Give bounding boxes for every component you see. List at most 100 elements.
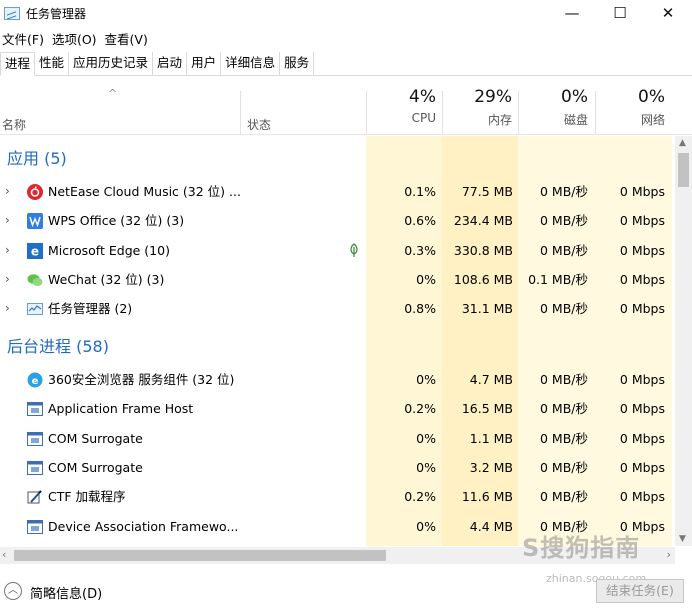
scroll-down-icon[interactable]: ▼ bbox=[679, 534, 686, 544]
expand-chevron-icon[interactable]: › bbox=[5, 206, 10, 235]
svg-text:e: e bbox=[31, 244, 39, 258]
tab-bar: 进程 性能 应用历史记录 启动 用户 详细信息 服务 bbox=[0, 52, 692, 76]
process-cpu: 0.3% bbox=[404, 242, 436, 258]
process-cpu: 0.8% bbox=[404, 301, 436, 317]
column-name[interactable]: 名称 bbox=[2, 116, 26, 133]
edge-icon: e bbox=[27, 242, 43, 259]
tab-services[interactable]: 服务 bbox=[280, 52, 315, 75]
process-memory: 4.4 MB bbox=[469, 518, 513, 534]
process-disk: 0 MB/秒 bbox=[540, 301, 588, 317]
scroll-up-icon[interactable]: ▲ bbox=[679, 138, 686, 148]
process-memory: 77.5 MB bbox=[461, 184, 513, 199]
process-disk: 0 MB/秒 bbox=[540, 430, 588, 446]
process-name: WPS Office (32 位) (3) bbox=[48, 213, 185, 229]
scroll-left-icon[interactable]: ‹ bbox=[2, 548, 6, 561]
process-name: 任务管理器 (2) bbox=[48, 301, 133, 317]
app-window-icon bbox=[27, 431, 43, 447]
memory-label: 内存 bbox=[487, 113, 512, 127]
sogou-watermark: S搜狗指南 bbox=[522, 534, 641, 562]
maximize-button[interactable]: ☐ bbox=[596, 0, 644, 26]
group-title-apps: 应用 (5) bbox=[7, 149, 67, 168]
process-disk: 0 MB/秒 bbox=[540, 459, 588, 475]
process-memory: 1.1 MB bbox=[469, 430, 513, 446]
group-title-background: 后台进程 (58) bbox=[7, 337, 109, 356]
app-window-icon bbox=[27, 460, 43, 476]
menu-bar: 文件(F) 选项(O) 查看(V) bbox=[0, 27, 154, 49]
tab-startup[interactable]: 启动 bbox=[153, 52, 188, 75]
process-row[interactable]: › NetEase Cloud Music (32 位) ... 0.1% 77.5 … bbox=[0, 177, 672, 206]
column-status[interactable]: 状态 bbox=[247, 116, 271, 133]
process-row[interactable]: COM Surrogate 0% 3.2 MB 0 MB/秒 0 Mbps bbox=[0, 453, 672, 482]
process-cpu: 0% bbox=[416, 459, 436, 475]
window-title: 任务管理器 bbox=[26, 6, 87, 21]
column-cpu[interactable]: 4% CPU bbox=[366, 87, 436, 125]
scroll-right-icon[interactable]: › bbox=[667, 548, 671, 561]
svg-text:e: e bbox=[32, 376, 39, 387]
app-window-icon bbox=[27, 401, 43, 417]
column-network[interactable]: 0% 网络 bbox=[595, 87, 665, 128]
tab-users[interactable]: 用户 bbox=[187, 52, 222, 75]
vertical-scrollbar[interactable]: ▲ ▼ bbox=[675, 136, 692, 546]
minimize-button[interactable]: — bbox=[548, 0, 596, 26]
process-name: COM Surrogate bbox=[48, 459, 143, 475]
wps-icon bbox=[27, 213, 43, 230]
column-disk[interactable]: 0% 磁盘 bbox=[518, 87, 588, 128]
process-name: Application Frame Host bbox=[48, 401, 194, 417]
expand-chevron-icon[interactable]: › bbox=[5, 236, 10, 265]
network-total: 0% bbox=[638, 87, 665, 107]
tab-details[interactable]: 详细信息 bbox=[221, 52, 281, 75]
fewer-details-link[interactable]: 简略信息(D) bbox=[30, 583, 102, 602]
process-disk: 0 MB/秒 bbox=[540, 489, 588, 505]
column-header: ^ 名称 状态 4% CPU 29% 内存 0% 磁盘 0% 网络 bbox=[0, 83, 692, 135]
process-memory: 234.4 MB bbox=[453, 213, 513, 229]
process-network: 0 Mbps bbox=[619, 242, 665, 258]
process-memory: 330.8 MB bbox=[453, 242, 513, 258]
menu-file[interactable]: 文件(F) bbox=[0, 29, 50, 48]
tab-performance[interactable]: 性能 bbox=[35, 52, 70, 75]
process-network: 0 Mbps bbox=[619, 184, 665, 199]
process-row[interactable]: e 360安全浏览器 服务组件 (32 位) 0% 4.7 MB 0 MB/秒 0 Mbp… bbox=[0, 365, 672, 394]
process-row[interactable]: COM Surrogate 0% 1.1 MB 0 MB/秒 0 Mbps bbox=[0, 424, 672, 453]
column-memory[interactable]: 29% 内存 bbox=[442, 87, 512, 128]
expand-chevron-icon[interactable]: › bbox=[5, 294, 10, 323]
process-name: Microsoft Edge (10) bbox=[48, 242, 170, 258]
group-header-background[interactable]: 后台进程 (58) bbox=[0, 332, 672, 361]
end-task-button[interactable]: 结束任务(E) bbox=[596, 579, 684, 603]
process-row[interactable]: Application Frame Host 0.2% 16.5 MB 0 MB/秒 0… bbox=[0, 394, 672, 423]
cpu-total: 4% bbox=[409, 87, 436, 107]
sort-ascending-icon: ^ bbox=[108, 87, 118, 100]
chevron-up-icon[interactable]: ︿ bbox=[4, 582, 22, 600]
process-name: 360安全浏览器 服务组件 (32 位) bbox=[48, 372, 235, 387]
process-row[interactable]: › e Microsoft Edge (10) 0.3% 330.8 MB 0 MB/秒 0… bbox=[0, 236, 672, 265]
process-disk: 0.1 MB/秒 bbox=[528, 271, 588, 287]
menu-options[interactable]: 选项(O) bbox=[50, 29, 103, 48]
menu-view[interactable]: 查看(V) bbox=[103, 29, 154, 48]
process-disk: 0 MB/秒 bbox=[540, 372, 588, 387]
process-cpu: 0.1% bbox=[404, 184, 436, 199]
tab-app-history[interactable]: 应用历史记录 bbox=[69, 52, 154, 75]
close-button[interactable]: ✕ bbox=[644, 0, 692, 26]
expand-chevron-icon[interactable]: › bbox=[5, 177, 10, 206]
process-row[interactable]: › 任务管理器 (2) 0.8% 31.1 MB 0 MB/秒 0 Mbps bbox=[0, 294, 672, 323]
process-row[interactable]: › WPS Office (32 位) (3) 0.6% 234.4 MB 0 MB/秒… bbox=[0, 206, 672, 235]
process-row[interactable]: CTF 加载程序 0.2% 11.6 MB 0 MB/秒 0 Mbps bbox=[0, 482, 672, 511]
vertical-scroll-thumb[interactable] bbox=[678, 153, 689, 187]
process-memory: 108.6 MB bbox=[453, 271, 513, 287]
title-bar: 任务管理器 — ☐ ✕ bbox=[0, 0, 692, 26]
tab-processes[interactable]: 进程 bbox=[0, 52, 36, 76]
360-browser-icon: e bbox=[27, 372, 43, 388]
task-manager-icon bbox=[4, 6, 20, 20]
process-network: 0 Mbps bbox=[619, 301, 665, 317]
process-network: 0 Mbps bbox=[619, 372, 665, 387]
process-memory: 31.1 MB bbox=[461, 301, 513, 317]
process-name: COM Surrogate bbox=[48, 430, 143, 446]
expand-chevron-icon[interactable]: › bbox=[5, 265, 10, 294]
group-header-apps[interactable]: 应用 (5) bbox=[0, 144, 672, 173]
process-network: 0 Mbps bbox=[619, 430, 665, 446]
process-cpu: 0.6% bbox=[404, 213, 436, 229]
footer: ︿ 简略信息(D) 结束任务(E) bbox=[0, 574, 692, 613]
horizontal-scroll-thumb[interactable] bbox=[14, 550, 386, 561]
process-memory: 4.7 MB bbox=[469, 372, 513, 387]
process-disk: 0 MB/秒 bbox=[540, 401, 588, 417]
process-row[interactable]: › WeChat (32 位) (3) 0% 108.6 MB 0.1 MB/秒 0 Mb… bbox=[0, 265, 672, 294]
